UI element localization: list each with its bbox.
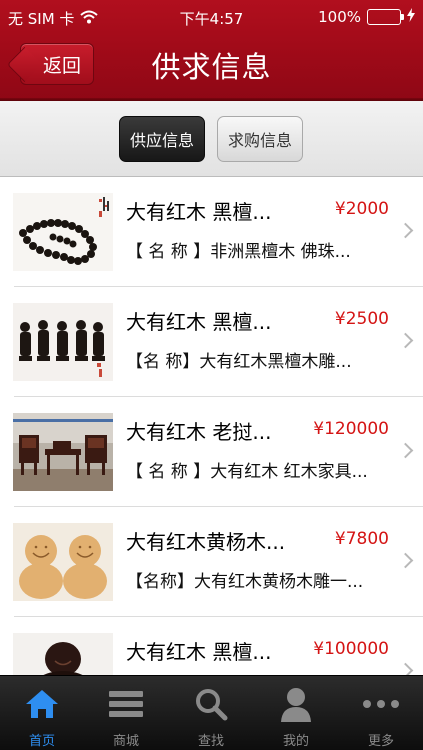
status-bar: 无 SIM 卡 下午4:57 100% xyxy=(0,0,423,34)
list-item[interactable]: 大有红木黄杨木... ¥7800 【名称】大有红木黄杨木雕一... xyxy=(0,507,423,617)
home-icon xyxy=(24,684,60,724)
list-item[interactable]: 大有红木 黑檀... ¥2500 【名 称】大有红木黑檀木雕... xyxy=(0,287,423,397)
tab-home[interactable]: 首页 xyxy=(0,676,84,750)
item-price: ¥100000 xyxy=(313,639,389,659)
chevron-right-icon xyxy=(397,442,414,459)
list-item[interactable]: 大有红木 老挝... ¥120000 【 名 称 】大有红木 红木家具... xyxy=(0,397,423,507)
battery-icon xyxy=(367,9,404,25)
item-thumbnail-buddha xyxy=(13,523,113,601)
chevron-right-icon xyxy=(397,332,414,349)
tab-label: 我的 xyxy=(282,734,309,749)
search-icon xyxy=(194,684,228,724)
item-title: 大有红木 黑檀... xyxy=(126,200,272,224)
tab-mall[interactable]: 商城 xyxy=(84,676,168,750)
segment-bar: 供应信息 求购信息 xyxy=(0,101,423,177)
item-description: 【名 称】大有红木黑檀木雕... xyxy=(126,352,352,372)
item-title: 大有红木黄杨木... xyxy=(126,530,286,554)
list-icon xyxy=(108,684,144,724)
item-price: ¥2000 xyxy=(334,199,389,219)
more-icon xyxy=(361,684,401,724)
tab-search[interactable]: 查找 xyxy=(169,676,253,750)
item-price: ¥7800 xyxy=(334,529,389,549)
item-description: 【名称】大有红木黄杨木雕一... xyxy=(126,572,364,592)
list-item[interactable]: 大有红木 黑檀... ¥2000 【 名 称 】非洲黑檀木 佛珠... xyxy=(0,177,423,287)
item-thumbnail-beads xyxy=(13,193,113,271)
item-description: 【 名 称 】非洲黑檀木 佛珠... xyxy=(126,242,351,262)
item-price: ¥2500 xyxy=(334,309,389,329)
bolt-icon xyxy=(407,8,415,26)
item-description: 【 名 称 】大有红木 红木家具... xyxy=(126,462,368,482)
item-title: 大有红木 黑檀... xyxy=(126,640,272,664)
tab-label: 首页 xyxy=(28,734,55,749)
tab-more[interactable]: 更多 xyxy=(339,676,423,750)
battery-percent: 100% xyxy=(318,8,361,26)
item-thumbnail-ebony-buddha xyxy=(13,633,113,675)
header: 无 SIM 卡 下午4:57 100% 返回 供求信息 xyxy=(0,0,423,101)
list-item[interactable]: 大有红木 黑檀... ¥100000 xyxy=(0,617,423,675)
item-title: 大有红木 老挝... xyxy=(126,420,272,444)
tab-label: 商城 xyxy=(112,734,139,749)
chevron-right-icon xyxy=(397,222,414,239)
chevron-right-icon xyxy=(397,552,414,569)
tab-label: 查找 xyxy=(197,734,224,749)
tab-mine[interactable]: 我的 xyxy=(254,676,338,750)
tab-bar: 首页 商城 查找 我的 更多 xyxy=(0,675,423,750)
tab-label: 更多 xyxy=(367,734,394,749)
status-right: 100% xyxy=(318,8,415,26)
user-icon xyxy=(279,684,313,724)
chevron-right-icon xyxy=(397,662,414,675)
back-label: 返回 xyxy=(42,54,81,77)
item-price: ¥120000 xyxy=(313,419,389,439)
item-thumbnail-figurines xyxy=(13,303,113,381)
tab-demand[interactable]: 求购信息 xyxy=(217,116,303,162)
tab-supply[interactable]: 供应信息 xyxy=(119,116,205,162)
item-title: 大有红木 黑檀... xyxy=(126,310,272,334)
supply-list: 大有红木 黑檀... ¥2000 【 名 称 】非洲黑檀木 佛珠... 大有红木… xyxy=(0,177,423,675)
item-thumbnail-furniture xyxy=(13,413,113,491)
